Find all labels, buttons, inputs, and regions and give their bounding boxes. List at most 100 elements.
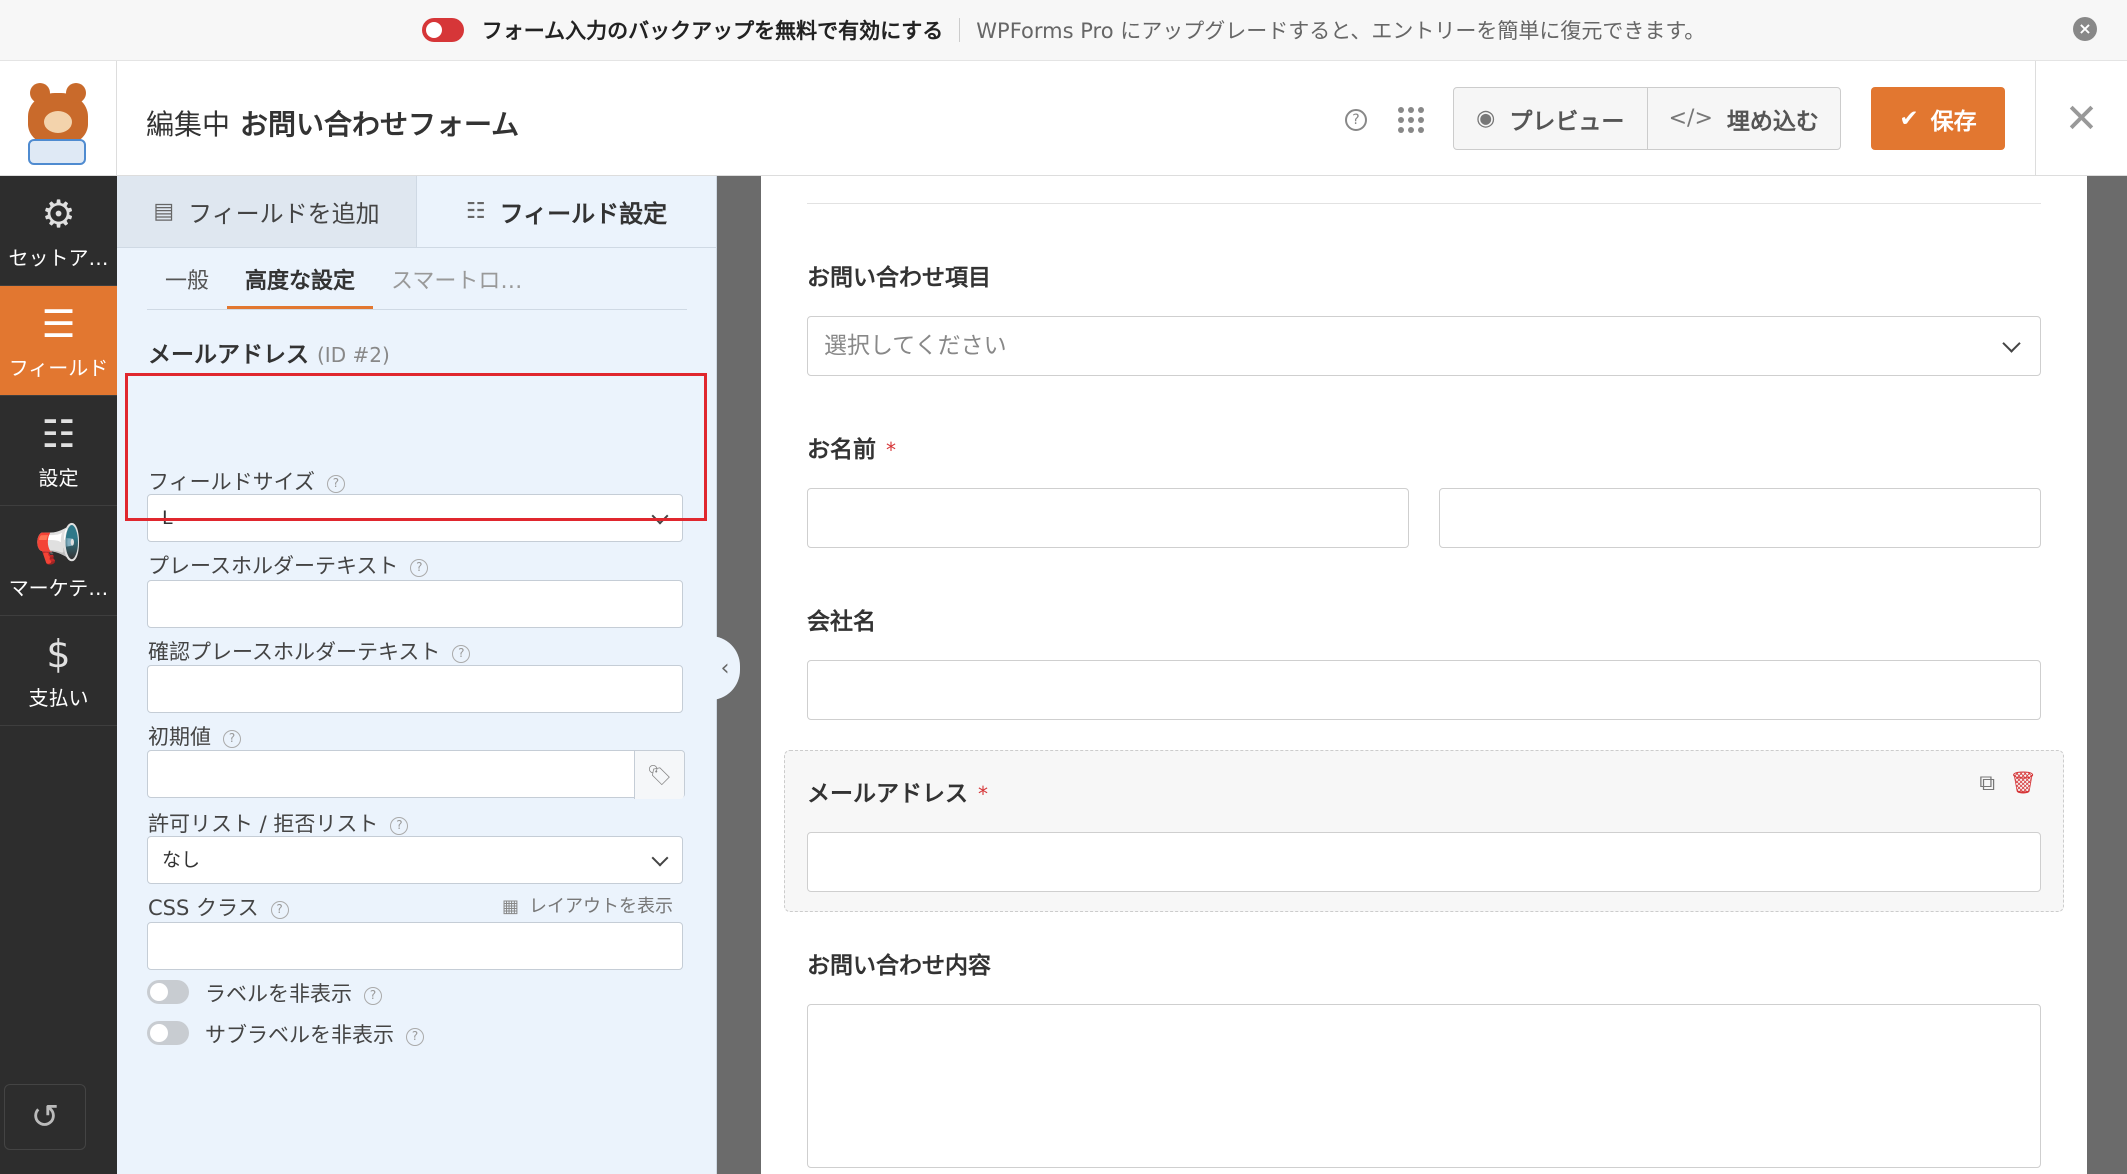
editing-label: 編集中 <box>146 108 231 141</box>
embed-button[interactable]: </> 埋め込む <box>1646 88 1841 149</box>
tab-label: フィールドを追加 <box>188 200 380 228</box>
fields-icon: ☰ <box>41 302 76 346</box>
duplicate-icon[interactable]: ⧉ <box>1979 771 1995 796</box>
subtab-general[interactable]: 一般 <box>147 256 227 309</box>
field-option-title: メールアドレス (ID #2) <box>148 335 390 369</box>
sidebar-item-marketing[interactable]: 📢 マーケテ… <box>0 506 117 616</box>
company-input[interactable] <box>807 660 2041 720</box>
smart-tags-icon[interactable]: 🏷 <box>634 751 684 799</box>
field-actions: ⧉ 🗑 <box>1979 771 2037 796</box>
save-label: 保存 <box>1930 108 1977 135</box>
sidebar-item-label: フィールド <box>8 356 109 380</box>
help-icon[interactable]: ? <box>406 1028 424 1046</box>
message-textarea[interactable] <box>807 1004 2041 1168</box>
placeholder-input[interactable] <box>147 580 683 628</box>
first-name-input[interactable] <box>807 488 1409 548</box>
close-builder-icon[interactable]: ✕ <box>2035 61 2127 176</box>
hide-sublabel-label: サブラベルを非表示 <box>205 1023 394 1047</box>
form-preview: お問い合わせ項目 選択してください お名前 * 会社名 ⧉ 🗑 メールアドレス * お… <box>761 176 2087 1174</box>
allowlist-label-text: 許可リスト / 拒否リスト <box>148 812 379 836</box>
builder-header: 編集中 お問い合わせフォーム ? ◉ プレビュー </> 埋め込む ✔ 保存 ✕ <box>0 61 2127 176</box>
sidebar-item-setup[interactable]: ⚙ セットア… <box>0 176 117 286</box>
form-name: お問い合わせフォーム <box>240 108 520 141</box>
tab-field-options[interactable]: ☷ フィールド設定 <box>417 176 716 247</box>
subtab-smart-logic[interactable]: スマートロ… <box>373 256 540 309</box>
field-options-panel: ▤ フィールドを追加 ☷ フィールド設定 一般 高度な設定 スマートロ… メールアド… <box>117 176 717 1174</box>
revisions-history-icon[interactable]: ↺ <box>4 1084 86 1150</box>
default-value-input[interactable]: 🏷 <box>147 750 685 799</box>
save-button[interactable]: ✔ 保存 <box>1871 87 2005 150</box>
tab-add-fields[interactable]: ▤ フィールドを追加 <box>117 176 417 247</box>
help-icon[interactable]: ? <box>326 475 345 493</box>
apps-grid-icon[interactable] <box>1398 107 1424 133</box>
inquiry-type-label: お問い合わせ項目 <box>807 265 991 291</box>
sliders-icon: ☷ <box>465 199 486 224</box>
inquiry-type-select[interactable]: 選択してください <box>807 316 2041 376</box>
notice-bar: フォーム入力のバックアップを無料で有効にする WPForms Pro にアップグ… <box>0 0 2127 61</box>
show-layouts-label: レイアウトを表示 <box>529 896 674 917</box>
hide-sublabel-text: サブラベルを非表示? <box>205 1019 424 1049</box>
email-label: メールアドレス * <box>807 774 988 808</box>
placeholder-label: プレースホルダーテキスト? <box>148 550 429 580</box>
sidebar-item-label: セットア… <box>8 246 109 270</box>
notice-divider <box>959 18 961 42</box>
layout-grid-icon: ▦ <box>502 896 520 917</box>
tab-label: フィールド設定 <box>499 200 668 228</box>
help-icon[interactable]: ? <box>390 817 409 835</box>
name-label: お名前 * <box>807 430 896 464</box>
hide-label-text: ラベルを非表示? <box>205 978 382 1008</box>
help-icon[interactable]: ? <box>364 987 382 1005</box>
default-value-label-text: 初期値 <box>148 725 211 749</box>
show-layouts-link[interactable]: ▦ レイアウトを表示 <box>502 892 673 918</box>
default-value-label: 初期値? <box>148 721 241 751</box>
company-label: 会社名 <box>807 609 876 635</box>
confirm-placeholder-input[interactable] <box>147 665 683 713</box>
field-size-select[interactable]: L <box>147 494 683 542</box>
sidebar-item-payments[interactable]: $ 支払い <box>0 616 117 726</box>
sidebar-item-label: 支払い <box>28 686 89 710</box>
form-divider <box>807 203 2041 204</box>
hide-label-label: ラベルを非表示 <box>205 982 352 1006</box>
subtab-advanced[interactable]: 高度な設定 <box>227 256 374 309</box>
embed-label: 埋め込む <box>1726 108 1819 135</box>
allowlist-select[interactable]: なし <box>147 836 683 884</box>
panel-tabs: ▤ フィールドを追加 ☷ フィールド設定 <box>117 176 716 248</box>
hide-label-toggle[interactable] <box>147 980 189 1004</box>
message-label: お問い合わせ内容 <box>807 953 991 979</box>
css-class-label-text: CSS クラス <box>148 896 259 920</box>
notice-sub-text: WPForms Pro にアップグレードすると、エントリーを簡単に復元できます。 <box>976 19 1706 43</box>
last-name-input[interactable] <box>1439 488 2041 548</box>
trash-icon[interactable]: 🗑 <box>2009 771 2037 796</box>
sidebar-item-fields[interactable]: ☰ フィールド <box>0 286 117 396</box>
field-size-label: フィールドサイズ? <box>148 466 345 496</box>
megaphone-icon: 📢 <box>34 522 83 566</box>
bear-logo-icon <box>28 82 88 145</box>
sliders-icon: ☷ <box>41 412 76 456</box>
allowlist-label: 許可リスト / 拒否リスト? <box>148 808 409 838</box>
help-icon[interactable]: ? <box>223 730 241 748</box>
inquiry-type-placeholder: 選択してください <box>824 333 1007 359</box>
hide-sublabel-toggle[interactable] <box>147 1021 189 1045</box>
allowlist-value: なし <box>162 849 201 871</box>
preview-button[interactable]: ◉ プレビュー <box>1454 88 1647 149</box>
confirm-placeholder-label: 確認プレースホルダーテキスト? <box>148 636 471 666</box>
notice-close-icon[interactable]: × <box>2073 17 2097 41</box>
email-input[interactable] <box>807 832 2041 892</box>
backup-toggle[interactable] <box>421 18 464 42</box>
field-option-subtabs: 一般 高度な設定 スマートロ… <box>147 256 687 310</box>
builder-sidebar: ⚙ セットア… ☰ フィールド ☷ 設定 📢 マーケテ… $ 支払い ↺ <box>0 176 117 1174</box>
sidebar-item-label: マーケテ… <box>8 576 109 600</box>
help-icon[interactable]: ? <box>270 901 289 919</box>
help-icon[interactable]: ? <box>1345 109 1367 131</box>
notice-main-text[interactable]: フォーム入力のバックアップを無料で有効にする <box>482 15 944 45</box>
help-icon[interactable]: ? <box>410 559 429 577</box>
confirm-placeholder-label-text: 確認プレースホルダーテキスト <box>148 640 441 664</box>
list-icon: ▤ <box>153 199 175 224</box>
bear-shirt-icon <box>28 139 86 165</box>
check-icon: ✔ <box>1899 105 1919 132</box>
field-name: メールアドレス <box>148 342 309 368</box>
eye-icon: ◉ <box>1476 106 1496 131</box>
help-icon[interactable]: ? <box>452 645 471 663</box>
css-class-input[interactable] <box>147 922 683 970</box>
sidebar-item-settings[interactable]: ☷ 設定 <box>0 396 117 506</box>
